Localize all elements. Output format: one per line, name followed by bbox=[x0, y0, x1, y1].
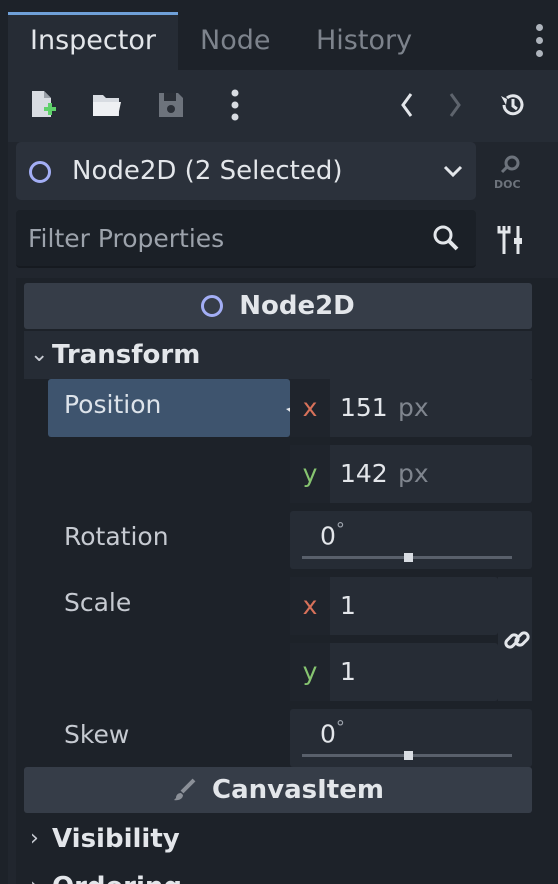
inspector-panel: Inspector Node History Node2D (2 Selecte… bbox=[8, 12, 558, 884]
section-canvasitem[interactable]: CanvasItem bbox=[24, 767, 532, 813]
scale-y-value: 1 bbox=[340, 657, 356, 686]
more-menu-icon[interactable] bbox=[214, 84, 256, 126]
new-resource-icon[interactable] bbox=[22, 84, 64, 126]
history-back-icon[interactable] bbox=[386, 84, 428, 126]
property-scale-label: Scale bbox=[64, 588, 132, 617]
rotation-value: 0° bbox=[320, 519, 345, 551]
position-x-field[interactable]: x 151 px bbox=[290, 379, 532, 437]
tab-inspector[interactable]: Inspector bbox=[8, 12, 178, 70]
skew-slider-handle[interactable] bbox=[404, 751, 413, 760]
rotation-slider-field[interactable]: 0° bbox=[290, 511, 532, 569]
property-skew-label: Skew bbox=[64, 720, 130, 749]
chevron-down-icon bbox=[442, 160, 464, 186]
tab-history[interactable]: History bbox=[294, 12, 434, 70]
section-node2d[interactable]: Node2D bbox=[24, 283, 532, 329]
position-y-unit: px bbox=[398, 459, 429, 488]
chevron-down-icon: ⌄ bbox=[30, 342, 49, 367]
group-ordering[interactable]: › Ordering bbox=[24, 863, 532, 884]
group-visibility[interactable]: › Visibility bbox=[24, 815, 532, 863]
filter-input[interactable] bbox=[28, 210, 418, 266]
inspector-content: Node2D ⌄ Transform Position x 151 px y 1… bbox=[16, 278, 558, 884]
scale-x-value: 1 bbox=[340, 591, 356, 620]
axis-y-label: y bbox=[290, 643, 330, 701]
chevron-right-icon: › bbox=[30, 826, 39, 851]
search-icon bbox=[432, 224, 460, 256]
object-history-icon[interactable] bbox=[492, 84, 534, 126]
position-y-value: 142 bbox=[340, 459, 388, 488]
axis-x-label: x bbox=[290, 379, 330, 437]
group-transform-label: Transform bbox=[52, 340, 201, 370]
tools-icon[interactable] bbox=[492, 220, 532, 260]
tab-menu-icon[interactable] bbox=[532, 24, 548, 58]
section-canvasitem-label: CanvasItem bbox=[212, 775, 384, 805]
node2d-icon bbox=[29, 161, 51, 183]
scale-y-field[interactable]: y 1 bbox=[290, 643, 498, 701]
section-node2d-label: Node2D bbox=[239, 291, 355, 321]
selected-node-label: Node2D (2 Selected) bbox=[72, 156, 343, 186]
chevron-right-icon: › bbox=[30, 863, 39, 884]
tab-bar: Inspector Node History bbox=[8, 12, 558, 70]
skew-value: 0° bbox=[320, 717, 345, 749]
position-x-value: 151 bbox=[340, 393, 388, 422]
link-icon[interactable] bbox=[502, 625, 532, 659]
property-position-label[interactable]: Position bbox=[48, 379, 308, 437]
node2d-icon bbox=[201, 295, 224, 317]
position-x-unit: px bbox=[398, 393, 429, 422]
history-forward-icon[interactable] bbox=[434, 84, 476, 126]
group-transform[interactable]: ⌄ Transform bbox=[24, 331, 532, 379]
scale-x-field[interactable]: x 1 bbox=[290, 577, 498, 635]
doc-icon[interactable]: DOC bbox=[490, 152, 530, 192]
node-selector-dropdown[interactable]: Node2D (2 Selected) bbox=[16, 142, 476, 200]
filter-properties-field bbox=[16, 210, 476, 268]
group-ordering-label: Ordering bbox=[52, 863, 182, 884]
position-label-text: Position bbox=[64, 390, 162, 419]
property-rotation-label: Rotation bbox=[64, 522, 169, 551]
axis-x-label: x bbox=[290, 577, 330, 635]
brush-icon bbox=[172, 777, 198, 803]
axis-y-label: y bbox=[290, 445, 330, 503]
open-folder-icon[interactable] bbox=[86, 84, 128, 126]
save-icon[interactable] bbox=[150, 84, 192, 126]
position-y-field[interactable]: y 142 px bbox=[290, 445, 532, 503]
skew-slider-field[interactable]: 0° bbox=[290, 709, 532, 767]
group-visibility-label: Visibility bbox=[52, 824, 180, 854]
svg-text:DOC: DOC bbox=[494, 178, 521, 191]
rotation-slider-handle[interactable] bbox=[404, 553, 413, 562]
tab-node[interactable]: Node bbox=[178, 12, 292, 70]
inspector-toolbar bbox=[8, 70, 558, 142]
